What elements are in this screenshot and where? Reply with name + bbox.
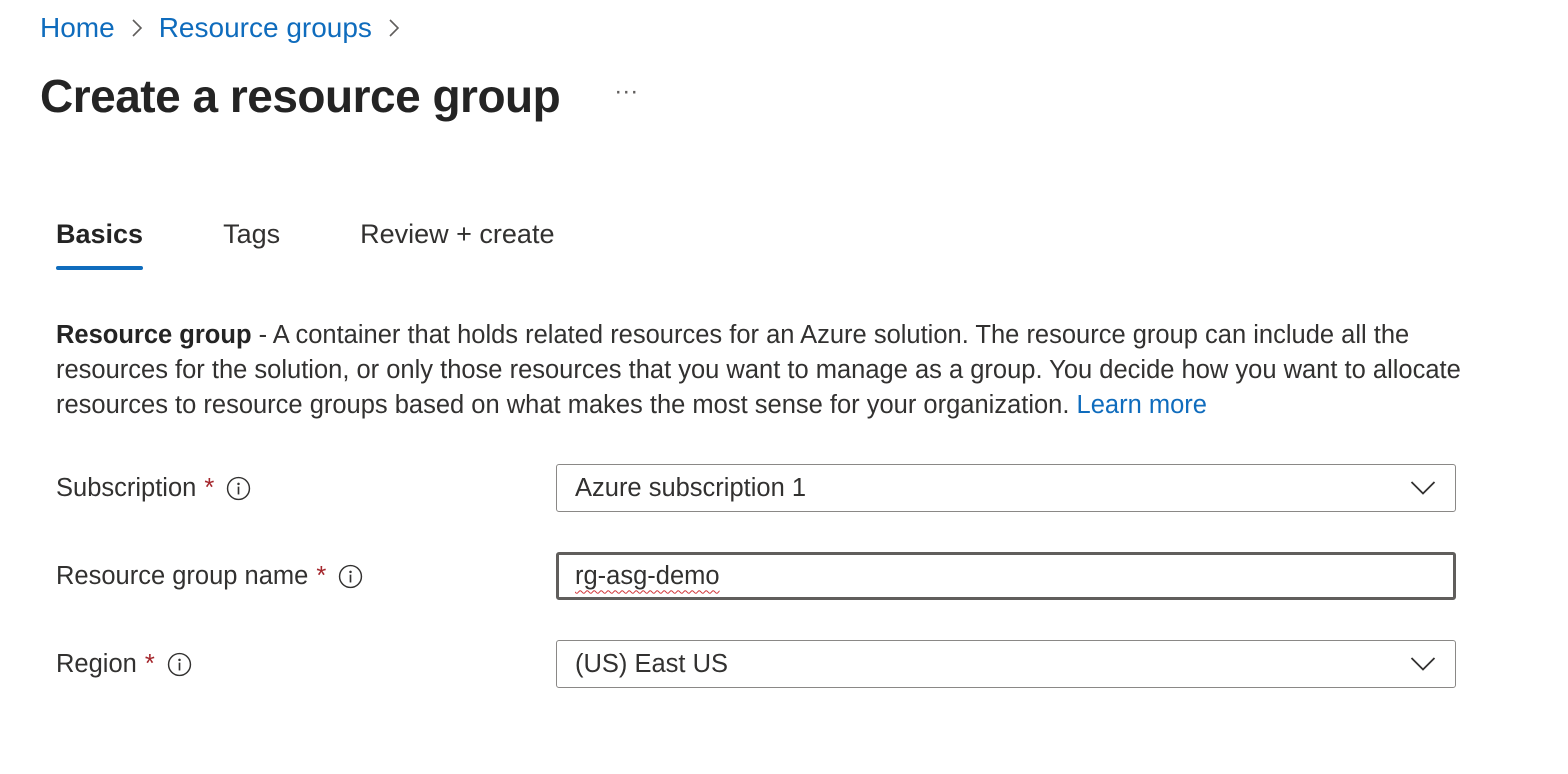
region-row: Region * (US) East US bbox=[56, 640, 1456, 688]
tab-tags[interactable]: Tags bbox=[223, 212, 280, 270]
resource-group-description: Resource group - A container that holds … bbox=[56, 318, 1476, 423]
subscription-row: Subscription * Azure subscription 1 bbox=[56, 464, 1456, 512]
tab-review-create[interactable]: Review + create bbox=[360, 212, 554, 270]
subscription-dropdown[interactable]: Azure subscription 1 bbox=[556, 464, 1456, 512]
resource-group-name-label-text: Resource group name bbox=[56, 561, 309, 590]
description-term: Resource group bbox=[56, 321, 252, 349]
description-text: - A container that holds related resourc… bbox=[56, 321, 1461, 419]
subscription-label: Subscription * bbox=[56, 464, 251, 512]
required-indicator: * bbox=[204, 473, 215, 502]
region-dropdown[interactable]: (US) East US bbox=[556, 640, 1456, 688]
breadcrumb-resource-groups-link[interactable]: Resource groups bbox=[159, 10, 372, 46]
tab-basics[interactable]: Basics bbox=[56, 212, 144, 270]
chevron-right-icon bbox=[384, 10, 404, 46]
resource-group-name-input[interactable]: rg-asg-demo bbox=[556, 552, 1456, 600]
resource-group-name-label: Resource group name * bbox=[56, 552, 363, 600]
more-options-button[interactable]: ··· bbox=[610, 76, 642, 116]
breadcrumb-home-link[interactable]: Home bbox=[40, 10, 115, 46]
info-icon[interactable] bbox=[338, 564, 363, 589]
chevron-down-icon bbox=[1409, 474, 1437, 502]
resource-group-name-value: rg-asg-demo bbox=[575, 561, 720, 590]
chevron-right-icon bbox=[127, 10, 147, 46]
region-label: Region * bbox=[56, 640, 192, 688]
create-resource-group-page: Home Resource groups Create a resource g… bbox=[0, 0, 1568, 774]
region-selected-value: (US) East US bbox=[575, 649, 729, 678]
title-row: Create a resource group ··· bbox=[40, 64, 642, 128]
required-indicator: * bbox=[316, 561, 327, 590]
region-label-text: Region bbox=[56, 649, 137, 678]
tab-bar: Basics Tags Review + create bbox=[56, 212, 554, 270]
required-indicator: * bbox=[144, 649, 155, 678]
info-icon[interactable] bbox=[167, 652, 192, 677]
page-title: Create a resource group bbox=[40, 70, 561, 122]
learn-more-link[interactable]: Learn more bbox=[1077, 391, 1207, 419]
subscription-label-text: Subscription bbox=[56, 473, 197, 502]
subscription-selected-value: Azure subscription 1 bbox=[575, 473, 807, 502]
resource-group-name-row: Resource group name * rg-asg-demo bbox=[56, 552, 1456, 600]
info-icon[interactable] bbox=[226, 476, 251, 501]
chevron-down-icon bbox=[1409, 650, 1437, 678]
breadcrumb: Home Resource groups bbox=[40, 10, 416, 46]
